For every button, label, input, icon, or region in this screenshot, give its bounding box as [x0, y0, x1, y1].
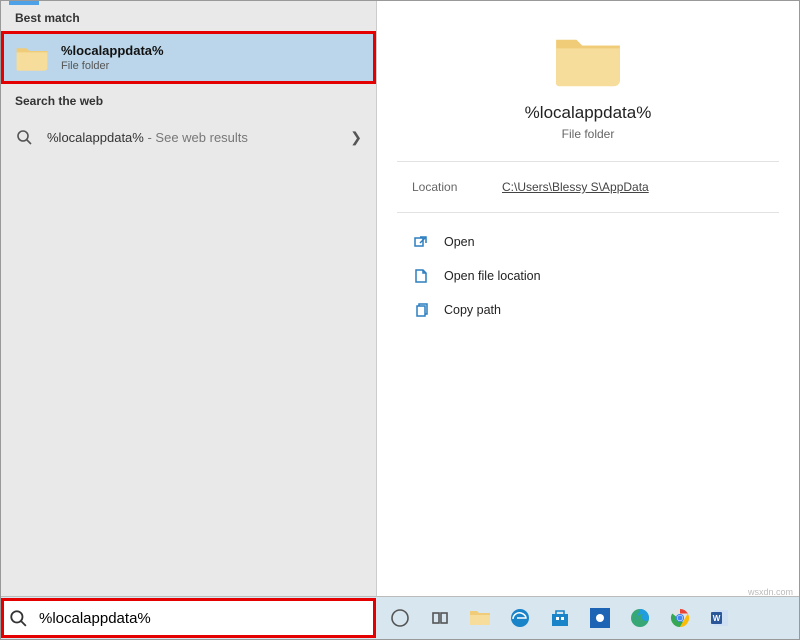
location-label: Location [412, 180, 502, 194]
best-match-result[interactable]: %localappdata% File folder [1, 31, 376, 84]
preview-subtitle: File folder [562, 127, 615, 141]
open-location-icon [412, 267, 430, 285]
edge-icon[interactable] [628, 606, 652, 630]
watermark: wsxdn.com [748, 587, 793, 597]
folder-icon [553, 31, 623, 89]
svg-text:W: W [713, 614, 721, 623]
actions-list: Open Open file location [377, 213, 799, 327]
web-result[interactable]: %localappdata% - See web results ❯ [1, 114, 376, 160]
best-match-title: %localappdata% [61, 43, 164, 58]
results-pane: Best match %localappdata% File folder Se… [1, 1, 377, 596]
best-match-label: Best match [1, 1, 376, 31]
preview-title: %localappdata% [525, 103, 652, 123]
action-label: Copy path [444, 303, 501, 317]
best-match-subtitle: File folder [61, 60, 164, 72]
location-path[interactable]: C:\Users\Blessy S\AppData [502, 180, 649, 194]
edge-legacy-icon[interactable] [508, 606, 532, 630]
file-explorer-icon[interactable] [468, 606, 492, 630]
search-input[interactable] [37, 609, 367, 628]
search-web-label: Search the web [1, 84, 376, 114]
category-indicator [9, 1, 39, 5]
open-icon [412, 233, 430, 251]
preview-pane: %localappdata% File folder Location C:\U… [377, 1, 799, 596]
taskbar: W [1, 596, 799, 639]
task-view-icon[interactable] [428, 606, 452, 630]
taskbar-search[interactable] [1, 598, 376, 638]
search-icon [15, 128, 33, 146]
chrome-icon[interactable] [668, 606, 692, 630]
search-icon [9, 609, 27, 627]
word-icon[interactable]: W [708, 606, 732, 630]
action-open-location[interactable]: Open file location [412, 259, 769, 293]
chevron-right-icon: ❯ [350, 129, 362, 146]
copy-icon [412, 301, 430, 319]
cortana-icon[interactable] [388, 606, 412, 630]
action-open[interactable]: Open [412, 225, 769, 259]
store-icon[interactable] [548, 606, 572, 630]
action-label: Open [444, 235, 475, 249]
action-label: Open file location [444, 269, 541, 283]
action-copy-path[interactable]: Copy path [412, 293, 769, 327]
web-result-text: %localappdata% - See web results [47, 130, 350, 145]
folder-icon [15, 44, 49, 72]
app-icon[interactable] [588, 606, 612, 630]
